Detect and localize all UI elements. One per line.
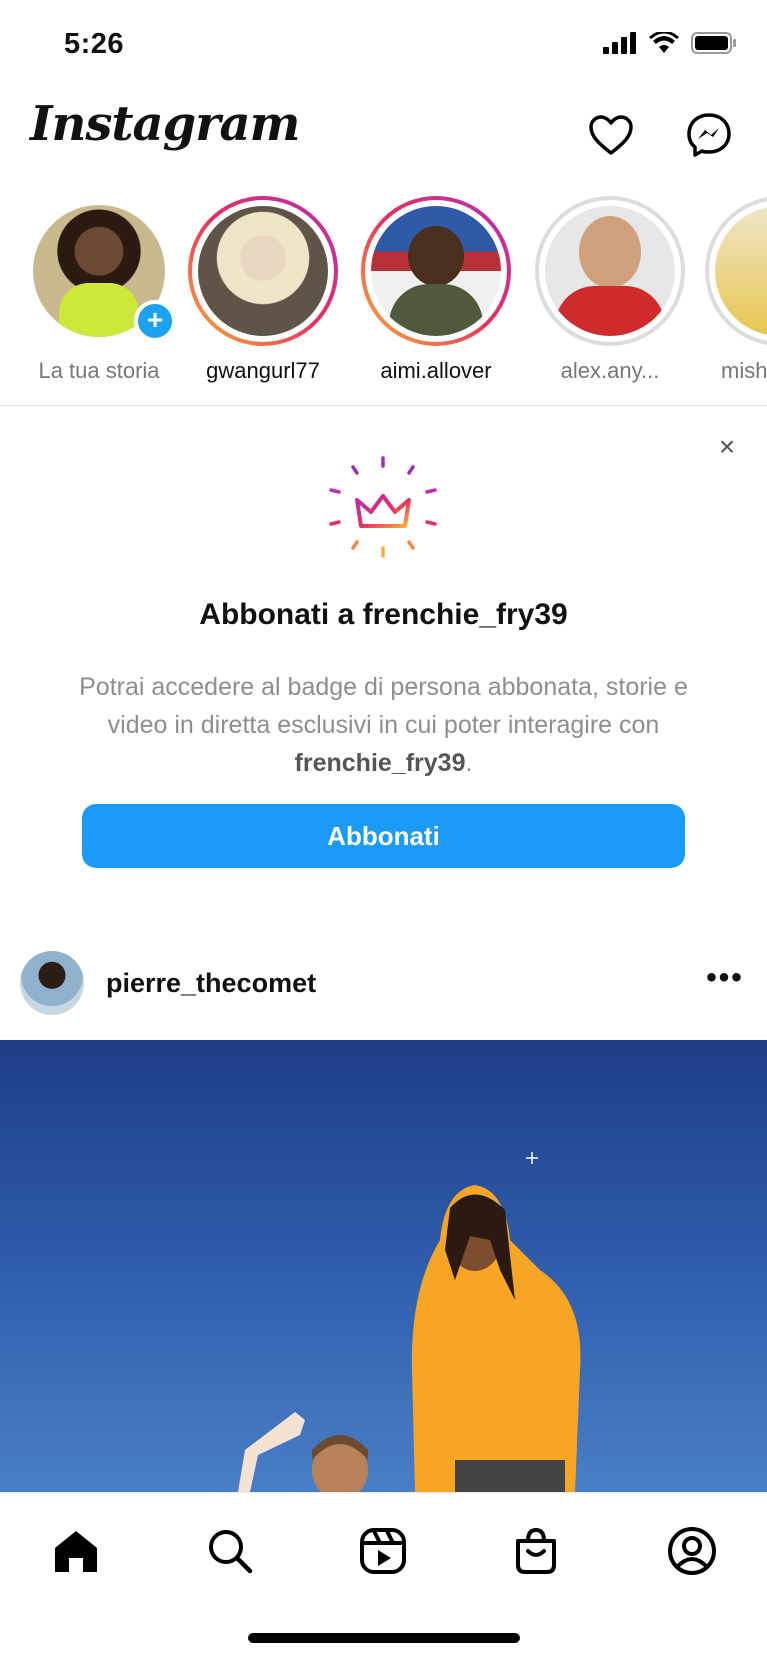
crown-icon — [323, 452, 443, 572]
wifi-icon — [649, 30, 679, 59]
divider — [0, 405, 767, 406]
story-item[interactable]: mish — [705, 196, 767, 384]
creator-username: frenchie_fry39 — [294, 749, 466, 777]
story-avatar-ring — [188, 196, 338, 346]
shop-icon[interactable] — [508, 1523, 564, 1579]
story-label: aimi.allover — [380, 358, 492, 383]
story-item[interactable]: gwangurl77 — [188, 196, 338, 384]
story-item[interactable]: alex.any... — [535, 196, 685, 384]
post-avatar[interactable] — [20, 951, 84, 1015]
search-icon[interactable] — [202, 1523, 258, 1579]
avatar — [371, 206, 501, 336]
signal-icon — [603, 32, 637, 59]
home-icon[interactable] — [48, 1523, 104, 1579]
reels-icon[interactable] — [355, 1523, 411, 1579]
battery-icon — [691, 32, 737, 59]
story-label: La tua storia — [38, 358, 160, 383]
story-item[interactable]: aimi.allover — [361, 196, 511, 384]
post-username[interactable]: pierre_thecomet — [106, 968, 316, 999]
avatar — [545, 206, 675, 336]
story-avatar-ring — [361, 196, 511, 346]
avatar — [715, 206, 767, 336]
story-avatar-ring: + — [24, 196, 176, 346]
story-own[interactable]: + La tua storia — [24, 196, 176, 384]
subscribe-button[interactable]: Abbonati — [82, 804, 685, 868]
story-avatar-ring — [705, 196, 767, 346]
instagram-feed-screen: 5:26 Instagram + La tua storia gwangurl7… — [0, 0, 767, 1661]
status-time: 5:26 — [64, 28, 125, 60]
post-photo-illustration — [238, 1152, 581, 1492]
story-label: gwangurl77 — [206, 358, 320, 383]
status-bar: 5:26 — [0, 0, 767, 90]
story-label: alex.any... — [560, 358, 660, 383]
story-label: mish — [721, 358, 767, 383]
add-story-button[interactable]: + — [134, 300, 176, 342]
messenger-icon[interactable] — [684, 110, 734, 160]
story-avatar-ring — [535, 196, 685, 346]
heart-icon[interactable] — [586, 110, 636, 160]
close-button[interactable]: × — [712, 432, 742, 462]
stories-tray: + La tua storia gwangurl77 aimi.allover … — [0, 196, 767, 396]
status-icons — [603, 30, 737, 59]
avatar — [198, 206, 328, 336]
post-image[interactable] — [0, 1040, 767, 1492]
home-indicator[interactable] — [248, 1633, 520, 1643]
instagram-logo: Instagram — [30, 96, 300, 152]
subscribe-description: Potrai accedere al badge di persona abbo… — [79, 673, 688, 777]
subscribe-title: Abbonati a frenchie_fry39 — [199, 598, 568, 631]
profile-icon[interactable] — [664, 1523, 720, 1579]
more-options-button[interactable]: ••• — [700, 963, 750, 1002]
